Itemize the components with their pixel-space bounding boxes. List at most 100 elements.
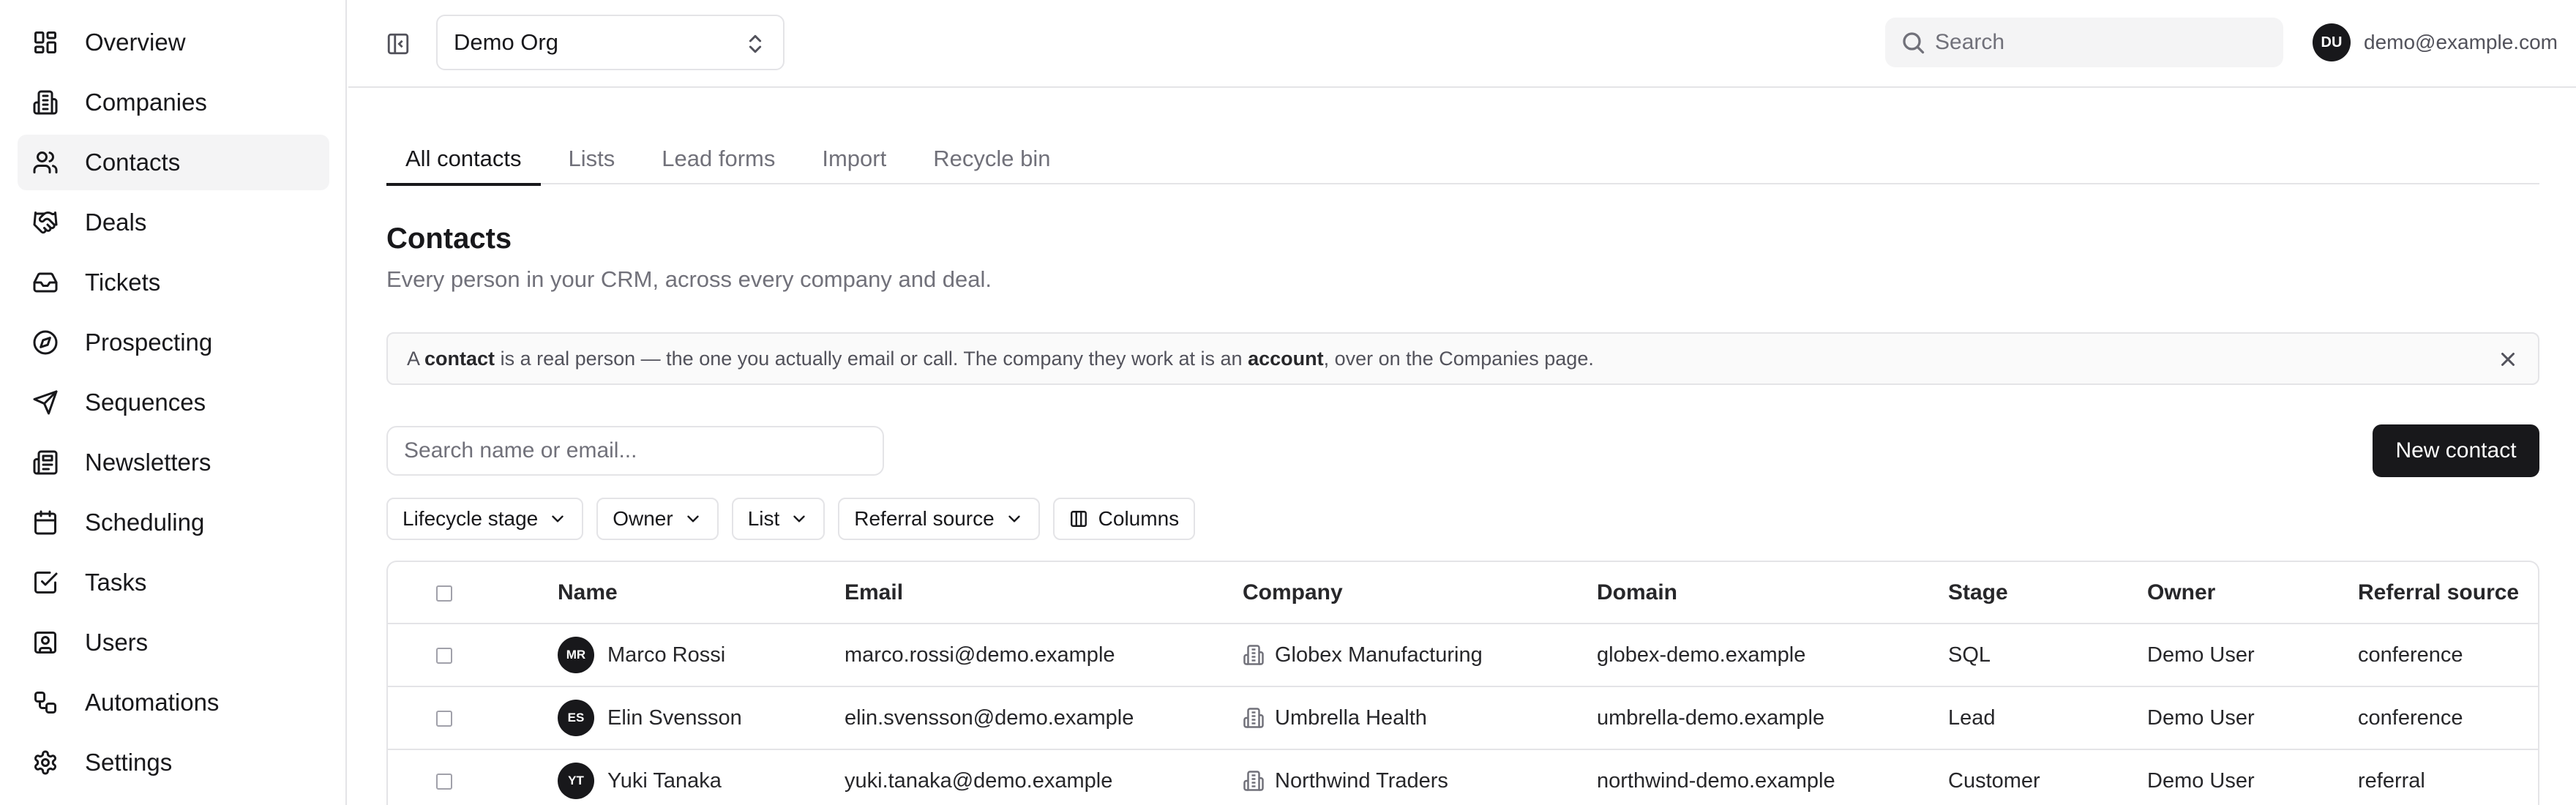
global-search-input[interactable] <box>1935 30 2283 55</box>
owner-cell: Demo User <box>2147 749 2358 805</box>
org-name: Demo Org <box>454 29 558 55</box>
sidebar-item-tickets[interactable]: Tickets <box>18 255 329 310</box>
column-header-owner[interactable]: Owner <box>2147 562 2358 624</box>
row-checkbox[interactable] <box>436 773 452 790</box>
row-select-cell <box>388 749 558 805</box>
sidebar-item-scheduling[interactable]: Scheduling <box>18 495 329 550</box>
chevron-down-icon <box>1008 515 1020 523</box>
table-row[interactable]: YT Yuki Tanaka yuki.tanaka@demo.example N… <box>388 749 2538 805</box>
filter-referral-source[interactable]: Referral source <box>838 498 1040 540</box>
sidebar-nav: Overview Companies Contacts Deals Ticket… <box>18 15 329 795</box>
sidebar-item-label: Companies <box>85 89 207 116</box>
chevron-down-icon <box>793 515 805 523</box>
filter-label: Lifecycle stage <box>402 507 539 530</box>
chevron-down-icon <box>686 515 699 523</box>
column-header-domain[interactable]: Domain <box>1597 562 1948 624</box>
topbar: Demo Org DU demo@example.com <box>348 0 2576 88</box>
company-name[interactable]: Umbrella Health <box>1275 706 1427 730</box>
user-email: demo@example.com <box>2364 31 2558 53</box>
sidebar-item-tasks[interactable]: Tasks <box>18 555 329 610</box>
sidebar-item-sequences[interactable]: Sequences <box>18 375 329 430</box>
select-all-cell <box>388 562 558 624</box>
column-header-stage[interactable]: Stage <box>1948 562 2147 624</box>
tab-recycle-bin[interactable]: Recycle bin <box>914 133 1069 184</box>
column-header-referral-source[interactable]: Referral source <box>2358 562 2538 624</box>
email-cell: yuki.tanaka@demo.example <box>845 749 1243 805</box>
search-icon <box>1900 29 1926 56</box>
sidebar-item-label: Prospecting <box>85 329 213 356</box>
user-square-icon <box>31 628 60 657</box>
domain-cell: northwind-demo.example <box>1597 749 1948 805</box>
referral-cell: conference <box>2358 624 2538 687</box>
sidebar-item-automations[interactable]: Automations <box>18 675 329 730</box>
contact-name[interactable]: Elin Svensson <box>607 706 742 730</box>
users-icon <box>31 148 60 177</box>
owner-cell: Demo User <box>2147 686 2358 750</box>
sidebar-item-label: Contacts <box>85 149 181 176</box>
sidebar-item-newsletters[interactable]: Newsletters <box>18 435 329 490</box>
table-header-row: Name Email Company Domain Stage Owner Re… <box>388 562 2538 624</box>
building-icon <box>1243 771 1264 791</box>
sidebar-item-users[interactable]: Users <box>18 615 329 670</box>
filter-label: Referral source <box>854 507 995 530</box>
sidebar-item-label: Users <box>85 629 149 656</box>
table-row[interactable]: ES Elin Svensson elin.svensson@demo.examp… <box>388 686 2538 750</box>
row-checkbox[interactable] <box>436 647 452 664</box>
filter-label: List <box>747 507 780 530</box>
callout-term-contact: contact <box>424 347 495 370</box>
sidebar-item-label: Deals <box>85 209 147 236</box>
owner-cell: Demo User <box>2147 624 2358 687</box>
sidebar-item-prospecting[interactable]: Prospecting <box>18 315 329 370</box>
global-search <box>1885 18 2283 67</box>
new-contact-button[interactable]: New contact <box>2373 424 2539 477</box>
table-row[interactable]: MR Marco Rossi marco.rossi@demo.example G… <box>388 624 2538 687</box>
building-icon <box>1243 645 1264 665</box>
page-subtitle: Every person in your CRM, across every c… <box>386 266 992 292</box>
filter-list[interactable]: List <box>731 498 825 540</box>
column-header-email[interactable]: Email <box>845 562 1243 624</box>
row-select-cell <box>388 686 558 750</box>
row-select-cell <box>388 624 558 687</box>
sidebar-item-settings[interactable]: Settings <box>18 735 329 790</box>
tab-lists[interactable]: Lists <box>550 133 634 184</box>
filter-label: Columns <box>1098 507 1180 530</box>
close-icon[interactable] <box>2497 348 2519 370</box>
filter-lifecycle-stage[interactable]: Lifecycle stage <box>386 498 584 540</box>
select-all-checkbox[interactable] <box>436 585 452 602</box>
sidebar-item-deals[interactable]: Deals <box>18 195 329 250</box>
panel-left-icon <box>387 33 409 55</box>
avatar: YT <box>558 763 594 799</box>
name-cell[interactable]: ES Elin Svensson <box>558 686 845 750</box>
company-cell[interactable]: Northwind Traders <box>1243 749 1597 805</box>
sidebar-item-label: Automations <box>85 689 220 716</box>
callout-text-part: , over on the Companies page. <box>1323 347 1594 370</box>
columns-button[interactable]: Columns <box>1052 498 1196 540</box>
sidebar-item-label: Settings <box>85 749 173 776</box>
company-cell[interactable]: Globex Manufacturing <box>1243 624 1597 687</box>
email-cell: elin.svensson@demo.example <box>845 686 1243 750</box>
name-cell[interactable]: YT Yuki Tanaka <box>558 749 845 805</box>
sidebar-toggle-button[interactable] <box>382 28 414 60</box>
company-name[interactable]: Globex Manufacturing <box>1275 643 1483 667</box>
calendar-icon <box>31 508 60 537</box>
tab-import[interactable]: Import <box>803 133 905 184</box>
tab-all-contacts[interactable]: All contacts <box>386 133 541 186</box>
contact-search-input[interactable] <box>404 438 866 463</box>
company-cell[interactable]: Umbrella Health <box>1243 686 1597 750</box>
contacts-table: Name Email Company Domain Stage Owner Re… <box>386 561 2539 805</box>
contact-name[interactable]: Marco Rossi <box>607 643 725 667</box>
company-name[interactable]: Northwind Traders <box>1275 769 1448 793</box>
column-header-company[interactable]: Company <box>1243 562 1597 624</box>
row-checkbox[interactable] <box>436 710 452 727</box>
filter-owner[interactable]: Owner <box>596 498 719 540</box>
org-switcher[interactable]: Demo Org <box>436 15 785 70</box>
tab-lead-forms[interactable]: Lead forms <box>643 133 794 184</box>
sidebar-item-companies[interactable]: Companies <box>18 75 329 130</box>
user-menu[interactable]: DU demo@example.com <box>2313 23 2558 61</box>
name-cell[interactable]: MR Marco Rossi <box>558 624 845 687</box>
column-header-name[interactable]: Name <box>558 562 845 624</box>
sidebar-item-contacts[interactable]: Contacts <box>18 135 329 190</box>
sidebar-item-overview[interactable]: Overview <box>18 15 329 70</box>
contact-name[interactable]: Yuki Tanaka <box>607 769 722 793</box>
contact-search <box>386 426 884 476</box>
